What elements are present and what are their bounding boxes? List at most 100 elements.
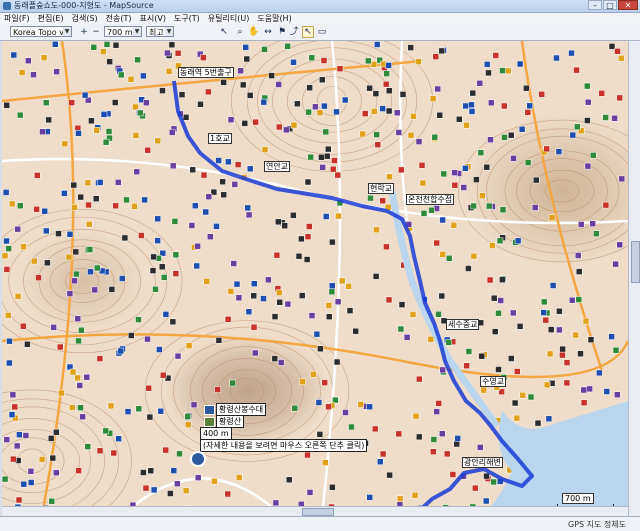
poi-marker (284, 300, 292, 308)
toolbar: Korea Topo v1 ▼ + − 700 m ▼ 최고 ▼ ↖ ⌕ ✋ ↔… (0, 24, 640, 41)
poi-marker (538, 91, 545, 98)
poi-marker (146, 413, 154, 421)
minimize-button[interactable]: – (588, 0, 602, 10)
map-product-select[interactable]: Korea Topo v1 ▼ (10, 26, 72, 37)
poi-marker (237, 67, 244, 75)
poi-marker (200, 54, 207, 61)
poi-marker (244, 204, 251, 212)
poi-marker (123, 196, 130, 204)
horizontal-scroll-thumb[interactable] (302, 508, 334, 516)
poi-marker (322, 459, 329, 466)
map-label-hyeollak-bridge[interactable]: 현락교 (368, 183, 395, 194)
map-label-yeonan-bridge[interactable]: 연안교 (264, 161, 291, 172)
poi-marker (584, 82, 591, 90)
zoom-tool-icon[interactable]: ⌕ (234, 26, 246, 38)
poi-marker (48, 497, 56, 505)
poi-marker (379, 197, 386, 205)
menu-transfer[interactable]: 전송(T) (102, 13, 136, 24)
poi-marker (463, 121, 470, 129)
track-tool-icon[interactable]: ▭ (316, 26, 328, 38)
poi-marker (379, 450, 387, 458)
poi-marker (495, 310, 502, 317)
poi-marker (150, 253, 157, 261)
menu-utilities[interactable]: 유틸리티(U) (204, 13, 254, 24)
close-button[interactable]: ✕ (618, 0, 638, 10)
menu-view[interactable]: 표시(V) (136, 13, 170, 24)
map-view[interactable]: 동래역 5번출구 1호교 연안교 현락교 온천천합수점 세수중교 수영교 광안리… (2, 41, 628, 516)
map-label-suyeong-bridge[interactable]: 수영교 (480, 376, 507, 387)
menu-file[interactable]: 파일(F) (0, 13, 34, 24)
poi-marker (534, 419, 542, 427)
poi-marker (505, 67, 512, 75)
zoom-in-icon[interactable]: + (78, 26, 90, 38)
map-label-gwangalli-beach[interactable]: 광안리해변 (462, 457, 503, 468)
poi-marker (74, 374, 81, 382)
cursor-poi-icon[interactable] (190, 451, 206, 467)
poi-marker (81, 91, 89, 99)
zoom-level-select[interactable]: 700 m ▼ (104, 26, 142, 37)
poi-marker (229, 379, 236, 387)
poi-marker (329, 238, 336, 246)
poi-marker (84, 443, 92, 450)
poi-marker (115, 435, 122, 442)
poi-marker (124, 408, 132, 415)
poi-marker (8, 411, 16, 418)
poi-marker (178, 91, 186, 98)
poi-marker (11, 403, 19, 411)
poi-marker (77, 404, 84, 411)
detail-select[interactable]: 최고 ▼ (146, 26, 174, 37)
menu-help[interactable]: 도움말(H) (253, 13, 295, 24)
poi-marker (127, 76, 135, 83)
menu-search[interactable]: 검색(S) (68, 13, 102, 24)
poi-marker (365, 57, 372, 65)
hand-tool-icon[interactable]: ✋ (248, 26, 260, 38)
poi-marker (590, 152, 597, 159)
poi-marker (468, 108, 476, 115)
poi-marker (307, 153, 314, 161)
menu-edit[interactable]: 편집(E) (34, 13, 68, 24)
map-label-dongnae-station[interactable]: 동래역 5번출구 (178, 67, 234, 78)
pointer-tool-icon[interactable]: ↖ (302, 26, 314, 38)
route-tool-icon[interactable]: ⤴ (288, 26, 300, 38)
vertical-scroll-thumb[interactable] (631, 241, 640, 283)
poi-marker (4, 312, 12, 319)
zoom-out-icon[interactable]: − (90, 26, 102, 38)
poi-marker (483, 61, 491, 68)
poi-marker (91, 286, 98, 294)
poi-marker (612, 346, 620, 354)
poi-marker (372, 90, 380, 97)
distance-tool-icon[interactable]: ↔ (262, 26, 274, 38)
poi-marker (321, 102, 328, 110)
poi-marker (584, 98, 592, 106)
poi-marker (335, 212, 342, 220)
poi-marker (320, 57, 328, 64)
poi-marker (42, 99, 50, 106)
vertical-scrollbar[interactable] (628, 41, 640, 516)
poi-marker (2, 252, 9, 260)
select-tool-icon[interactable]: ↖ (218, 26, 230, 38)
poi-marker (499, 276, 506, 283)
menu-tools[interactable]: 도구(T) (170, 13, 204, 24)
poi-marker (371, 108, 378, 115)
waypoint-tool-icon[interactable]: ⚑ (276, 26, 288, 38)
poi-marker (106, 58, 113, 65)
poi-marker (33, 206, 40, 213)
poi-marker (66, 231, 74, 238)
poi-marker (420, 210, 428, 217)
poi-marker (86, 220, 93, 228)
poi-marker (260, 295, 267, 302)
poi-marker (24, 341, 31, 348)
poi-marker (543, 381, 551, 389)
poi-marker (194, 474, 202, 481)
map-label-sesu-bridge[interactable]: 세수중교 (446, 319, 480, 330)
poi-marker (429, 95, 437, 102)
poi-marker (87, 268, 94, 276)
map-label-oncheon-junction[interactable]: 온천천합수점 (406, 194, 455, 205)
poi-marker (438, 292, 446, 300)
poi-marker (514, 237, 522, 245)
poi-marker (172, 251, 180, 259)
poi-marker (361, 110, 369, 117)
poi-marker (252, 349, 259, 357)
map-label-bridge-1[interactable]: 1호교 (208, 133, 232, 144)
maximize-button[interactable]: □ (603, 0, 617, 10)
